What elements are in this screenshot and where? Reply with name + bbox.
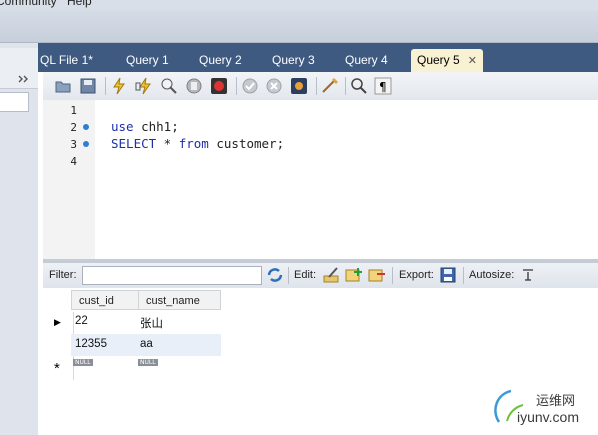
stop-on-error-icon[interactable] <box>210 77 228 95</box>
sql-editor-toolbar: ¶ <box>43 72 598 101</box>
sql-editor[interactable]: 1 2 3 4 use chh1; SELECT * from customer… <box>43 100 598 259</box>
line-number: 4 <box>70 155 77 168</box>
filter-input[interactable] <box>82 266 262 285</box>
tab-query-5[interactable]: Query 5 ✕ <box>411 49 483 72</box>
save-icon[interactable] <box>79 77 97 95</box>
tab-sql-file-1[interactable]: QL File 1* <box>40 49 93 72</box>
insert-row-icon[interactable] <box>345 267 363 286</box>
execute-icon[interactable] <box>110 77 128 95</box>
cell-cust-id[interactable]: 12355 <box>75 338 107 350</box>
menu-bar: Community Help <box>0 0 598 10</box>
keyword: from <box>178 136 209 151</box>
cell-cust-name[interactable]: 张山 <box>140 315 163 331</box>
tab-query-1[interactable]: Query 1 <box>126 49 169 72</box>
line-number-gutter: 1 2 3 4 <box>43 100 95 259</box>
navigator-sidebar <box>0 43 38 435</box>
line-number: 3 <box>70 138 77 151</box>
open-file-icon[interactable] <box>54 77 72 95</box>
toolbar-separator <box>392 267 393 284</box>
line-number: 1 <box>70 104 77 117</box>
toolbar-separator <box>105 77 106 95</box>
edit-label: Edit: <box>294 269 317 281</box>
export-label: Export: <box>399 269 434 281</box>
main-toolbar <box>0 10 598 43</box>
menu-item-community[interactable]: Community <box>0 0 57 8</box>
table-row[interactable]: 22 张山 <box>71 312 221 334</box>
code-text: * <box>156 136 179 151</box>
filter-label: Filter: <box>49 269 77 281</box>
stop-icon[interactable] <box>185 77 203 95</box>
statement-marker-icon <box>83 124 89 130</box>
code-text: customer; <box>208 136 285 151</box>
keyword: SELECT <box>111 136 157 151</box>
tab-query-5-label: Query 5 <box>417 53 460 67</box>
watermark-text: 运维网 <box>536 394 576 409</box>
cell-cust-name[interactable]: aa <box>140 338 153 350</box>
explain-icon[interactable] <box>160 77 178 95</box>
tab-query-4[interactable]: Query 4 <box>345 49 388 72</box>
column-header-cust-name[interactable]: cust_name <box>138 290 221 310</box>
code-line-2: use chh1; <box>111 119 179 134</box>
current-row-arrow-icon: ▶ <box>54 317 61 327</box>
row-selector[interactable]: * <box>47 356 74 380</box>
toolbar-separator <box>345 77 346 95</box>
autocommit-icon[interactable] <box>290 77 308 95</box>
code-text: chh1; <box>133 119 179 134</box>
row-selector[interactable]: ▶ <box>47 312 74 334</box>
invisible-chars-icon[interactable]: ¶ <box>374 77 392 95</box>
export-icon[interactable] <box>440 267 458 286</box>
column-header-cust-id[interactable]: cust_id <box>71 290 139 310</box>
statement-marker-icon <box>83 141 89 147</box>
table-row[interactable]: 12355 aa <box>71 334 221 356</box>
toolbar-separator <box>236 77 237 95</box>
edit-row-icon[interactable] <box>323 267 341 286</box>
null-badge: NULL <box>73 359 93 366</box>
autosize-icon[interactable] <box>521 268 535 285</box>
line-number: 2 <box>70 121 77 134</box>
row-selector[interactable] <box>47 334 74 356</box>
query-tab-bar: QL File 1* Query 1 Query 2 Query 3 Query… <box>38 43 598 72</box>
commit-icon[interactable] <box>241 77 259 95</box>
rollback-icon[interactable] <box>265 77 283 95</box>
sidebar-filter-input[interactable] <box>0 92 29 112</box>
tab-query-3[interactable]: Query 3 <box>272 49 315 72</box>
watermark-url: iyunv.com <box>517 409 579 425</box>
refresh-icon[interactable] <box>266 267 284 286</box>
new-row-asterisk-icon: * <box>54 360 60 377</box>
code-line-3: SELECT * from customer; <box>111 136 284 151</box>
autosize-label: Autosize: <box>469 269 515 281</box>
delete-row-icon[interactable] <box>368 267 386 286</box>
cell-cust-id[interactable]: 22 <box>75 315 88 327</box>
close-tab-icon[interactable]: ✕ <box>468 55 477 67</box>
null-badge: NULL <box>138 359 158 366</box>
keyword: use <box>111 119 134 134</box>
toolbar-separator <box>316 77 317 95</box>
svg-text:¶: ¶ <box>379 80 387 94</box>
tab-query-2[interactable]: Query 2 <box>199 49 242 72</box>
collapse-arrows-icon[interactable] <box>18 75 30 86</box>
toolbar-separator <box>463 267 464 284</box>
execute-current-icon[interactable] <box>135 77 153 95</box>
find-icon[interactable] <box>350 77 368 95</box>
beautify-icon[interactable] <box>321 77 339 95</box>
menu-item-help[interactable]: Help <box>67 0 92 8</box>
results-toolbar: Filter: Edit: Export: Autosize: <box>43 263 598 289</box>
toolbar-separator <box>288 267 289 284</box>
